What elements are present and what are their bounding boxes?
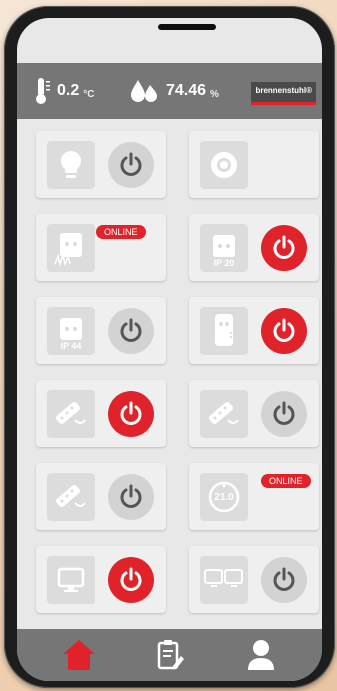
thermometer-icon	[36, 78, 50, 104]
power-icon	[120, 318, 142, 342]
device-card[interactable]: IP 20	[189, 214, 319, 281]
device-card[interactable]: IP 44	[36, 297, 166, 364]
temperature-value: 0.2	[57, 82, 80, 99]
power-icon	[120, 401, 142, 425]
monitor-icon	[47, 556, 95, 604]
temperature-readout: 0.2 °C	[35, 63, 94, 119]
device-card[interactable]: ONLINE	[36, 214, 166, 281]
temperature-unit: °C	[83, 88, 95, 100]
power-icon	[273, 235, 295, 259]
ip-rating-label: IP 20	[213, 258, 235, 268]
device-card[interactable]	[36, 546, 166, 613]
camera-icon	[200, 141, 248, 189]
power-icon	[273, 401, 295, 425]
power-icon	[273, 318, 295, 342]
device-card[interactable]	[189, 131, 319, 198]
device-card[interactable]	[189, 380, 319, 447]
dual-monitor-icon	[200, 556, 248, 604]
bulb-icon	[47, 141, 95, 189]
humidity-value: 74.46	[166, 82, 207, 99]
brand-logo: brennenstuhl®	[251, 82, 316, 105]
nav-profile[interactable]	[231, 629, 291, 681]
device-card[interactable]	[36, 380, 166, 447]
device-card[interactable]	[36, 463, 166, 530]
power-button[interactable]	[261, 308, 307, 354]
phone-notch	[158, 24, 216, 30]
power-icon	[120, 152, 142, 176]
outdoor-socket-icon	[47, 224, 95, 272]
power-strip-icon	[47, 390, 95, 438]
nav-home[interactable]	[49, 629, 109, 681]
power-button[interactable]	[261, 225, 307, 271]
socket-ip44-icon: IP 44	[47, 307, 95, 355]
humidity-unit: %	[210, 88, 219, 100]
socket-ip20-icon: IP 20	[200, 224, 248, 272]
ip-rating-label: IP 44	[60, 341, 82, 351]
power-button[interactable]	[261, 557, 307, 603]
online-badge: ONLINE	[96, 225, 146, 239]
user-icon	[248, 640, 274, 670]
status-bar: 0.2 °C 74.46 % brennenstuhl®	[17, 63, 322, 119]
bottom-nav	[17, 629, 322, 681]
plug-adapter-icon	[200, 307, 248, 355]
power-button[interactable]	[108, 391, 154, 437]
power-button[interactable]	[108, 557, 154, 603]
device-card[interactable]	[36, 131, 166, 198]
power-button[interactable]	[108, 142, 154, 188]
timer-readout: 21.0	[214, 492, 234, 503]
device-card[interactable]: 21.0 ONLINE	[189, 463, 319, 530]
device-card[interactable]	[189, 297, 319, 364]
online-badge: ONLINE	[261, 474, 311, 488]
home-icon	[63, 640, 95, 670]
power-icon	[273, 567, 295, 591]
nav-clipboard[interactable]	[140, 629, 200, 681]
water-drops-icon	[131, 80, 157, 102]
timer-icon: 21.0	[200, 473, 248, 521]
humidity-readout: 74.46 %	[130, 63, 219, 119]
power-icon	[120, 567, 142, 591]
device-card[interactable]	[189, 546, 319, 613]
power-strip-icon	[200, 390, 248, 438]
power-strip-icon	[47, 473, 95, 521]
clipboard-edit-icon	[157, 640, 184, 670]
power-button[interactable]	[108, 308, 154, 354]
app-screen: 0.2 °C 74.46 % brennenstuhl® ONLINE IP 2…	[17, 18, 322, 681]
power-button[interactable]	[108, 474, 154, 520]
power-button[interactable]	[261, 391, 307, 437]
power-icon	[120, 484, 142, 508]
phone-frame: 0.2 °C 74.46 % brennenstuhl® ONLINE IP 2…	[4, 6, 335, 688]
